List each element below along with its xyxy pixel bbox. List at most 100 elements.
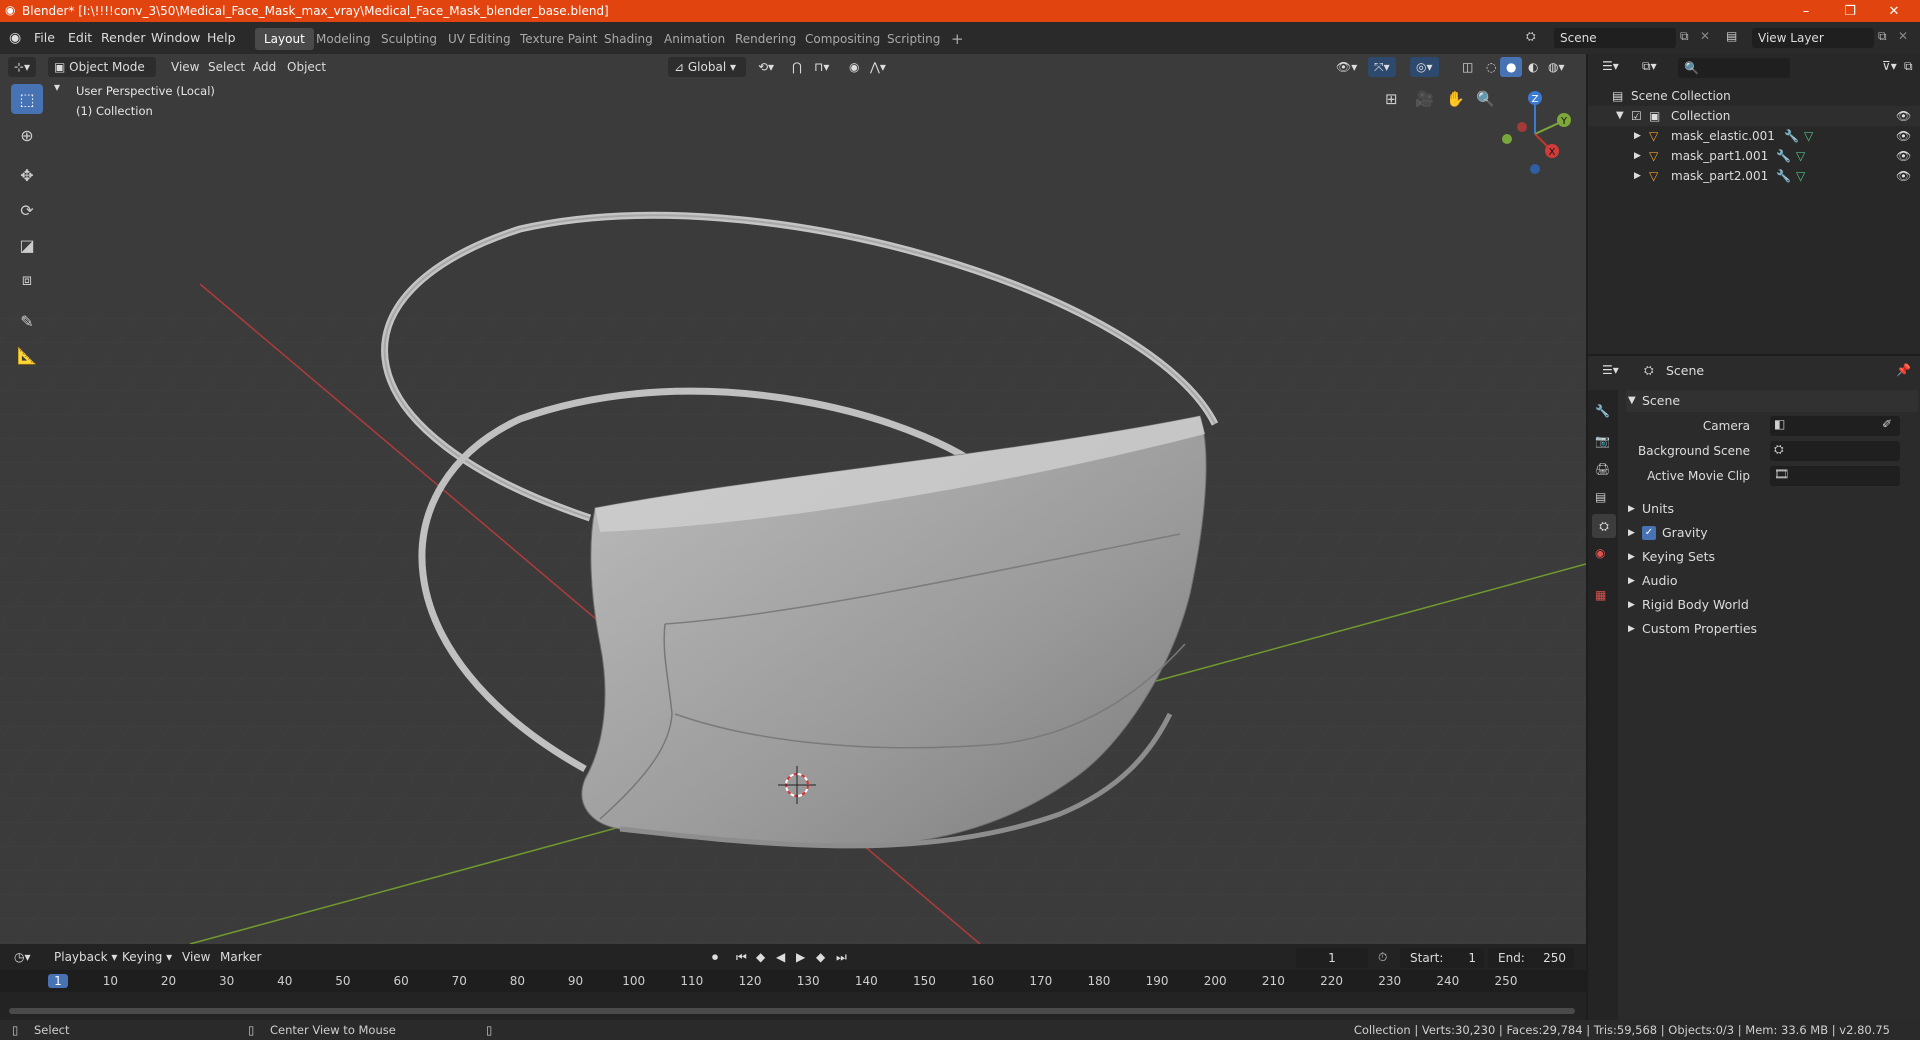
scale-tool[interactable]: ◪ xyxy=(11,230,43,260)
display-mode-button[interactable]: ⧉▾ xyxy=(1636,56,1663,76)
tab-compositing[interactable]: Compositing xyxy=(796,28,889,50)
timeline-view-menu[interactable]: View xyxy=(176,947,216,967)
toggle-grid-view-icon[interactable]: ⊞ xyxy=(1385,90,1398,108)
play-icon[interactable]: ▶ xyxy=(796,950,805,964)
audio-panel-header[interactable]: ▶ Audio xyxy=(1626,570,1918,592)
navigation-gizmo[interactable]: Z Y X xyxy=(1490,82,1580,182)
pivot-point-icon[interactable]: ⟲▾ xyxy=(752,57,780,77)
active-movie-clip-field[interactable]: 🎞 xyxy=(1770,466,1900,486)
gizmo-toggle-icon[interactable]: ⤧▾ xyxy=(1368,57,1396,77)
keying-menu[interactable]: Keying ▾ xyxy=(116,947,178,967)
tab-layout[interactable]: Layout xyxy=(255,28,314,50)
falloff-icon[interactable]: ⋀▾ xyxy=(864,57,892,77)
visibility-icon[interactable]: 👁▾ xyxy=(1330,57,1363,77)
gravity-panel-header[interactable]: ▶ ✓ Gravity xyxy=(1626,522,1918,544)
shading-rendered-icon[interactable]: ◍▾ xyxy=(1542,57,1571,77)
end-frame-field[interactable]: End: 250 xyxy=(1488,948,1574,968)
tab-shading[interactable]: Shading xyxy=(595,28,662,50)
next-keyframe-icon[interactable]: ◆ xyxy=(816,950,825,964)
properties-editor-type-button[interactable]: ☰▾ xyxy=(1596,360,1625,380)
annotate-tool[interactable]: ✎ xyxy=(11,306,43,336)
scene-selector[interactable]: Scene xyxy=(1554,28,1676,48)
world-tab-icon[interactable]: ◉ xyxy=(1595,546,1605,560)
pan-hand-icon[interactable]: ✋ xyxy=(1446,90,1465,108)
remove-scene-icon[interactable]: ✕ xyxy=(1700,29,1710,43)
blender-menu-icon[interactable]: ◉ xyxy=(9,22,21,54)
units-panel-header[interactable]: ▶ Units xyxy=(1626,498,1918,520)
view-menu[interactable]: View xyxy=(165,57,205,77)
close-button[interactable]: ✕ xyxy=(1872,0,1916,22)
tab-scripting[interactable]: Scripting xyxy=(878,28,949,50)
select-box-tool[interactable]: ⬚ xyxy=(11,84,43,114)
snap-target-icon[interactable]: ⊓▾ xyxy=(808,57,835,77)
select-menu[interactable]: Select xyxy=(202,57,251,77)
visibility-eye-icon[interactable]: 👁 xyxy=(1896,166,1911,186)
keying-sets-panel-header[interactable]: ▶ Keying Sets xyxy=(1626,546,1918,568)
outliner-editor-type-button[interactable]: ☰▾ xyxy=(1596,56,1625,76)
eyedropper-icon[interactable]: ✐ xyxy=(1882,417,1892,431)
tab-modeling[interactable]: Modeling xyxy=(307,28,380,50)
play-reverse-icon[interactable]: ◀ xyxy=(776,950,785,964)
jump-start-icon[interactable]: ⏮ xyxy=(736,950,747,965)
playback-menu[interactable]: Playback ▾ xyxy=(48,947,123,967)
outliner-item[interactable]: ▶ ▽ mask_elastic.001 🔧 ▽ 👁 xyxy=(1588,126,1920,146)
orientation-selector[interactable]: ⊿ Global ▾ xyxy=(668,57,746,77)
visibility-eye-icon[interactable]: 👁 xyxy=(1896,106,1911,126)
render-tab-icon[interactable]: 📷 xyxy=(1595,434,1610,448)
visibility-eye-icon[interactable]: 👁 xyxy=(1896,146,1911,166)
preview-range-icon[interactable]: ⏱ xyxy=(1378,950,1387,965)
camera-view-icon[interactable]: 🎥 xyxy=(1415,90,1434,108)
expand-arrow-icon[interactable]: ▶ xyxy=(1634,146,1641,166)
editor-type-button[interactable]: ⊹▾ xyxy=(8,57,37,77)
mode-selector[interactable]: ▣ Object Mode ▾ xyxy=(48,57,156,94)
tab-animation[interactable]: Animation xyxy=(655,28,734,50)
cursor-tool[interactable]: ⊕ xyxy=(11,120,43,150)
new-view-layer-icon[interactable]: ⧉ xyxy=(1878,29,1887,44)
remove-view-layer-icon[interactable]: ✕ xyxy=(1898,29,1908,43)
expand-arrow-icon[interactable]: ▼ xyxy=(1616,106,1624,126)
tool-settings-tab-icon[interactable]: 🔧 xyxy=(1595,404,1610,418)
transform-tool[interactable]: ⧈ xyxy=(11,265,43,295)
3d-viewport[interactable]: User Perspective (Local) (1) Collection … xyxy=(0,54,1586,944)
tab-texture-paint[interactable]: Texture Paint xyxy=(511,28,606,50)
output-tab-icon[interactable]: 🖨 xyxy=(1595,462,1610,476)
tab-uv-editing[interactable]: UV Editing xyxy=(439,28,520,50)
pin-icon[interactable]: 📌 xyxy=(1896,363,1911,377)
jump-end-icon[interactable]: ⏭ xyxy=(836,950,847,965)
minimize-button[interactable]: – xyxy=(1784,0,1828,22)
tab-rendering[interactable]: Rendering xyxy=(726,28,805,50)
measure-tool[interactable]: 📐 xyxy=(11,340,43,370)
menu-window[interactable]: Window xyxy=(151,22,200,54)
expand-arrow-icon[interactable]: ▶ xyxy=(1634,166,1641,186)
rigid-body-world-panel-header[interactable]: ▶ Rigid Body World xyxy=(1626,594,1918,616)
texture-tab-icon[interactable]: ▦ xyxy=(1595,588,1606,602)
overlay-toggle-icon[interactable]: ◎▾ xyxy=(1410,57,1439,77)
xray-toggle-icon[interactable]: ◫ xyxy=(1456,57,1479,77)
outliner-scene-collection[interactable]: ▤ Scene Collection xyxy=(1588,86,1920,106)
outliner-item[interactable]: ▶ ▽ mask_part1.001 🔧 ▽ 👁 xyxy=(1588,146,1920,166)
maximize-button[interactable]: ❐ xyxy=(1828,0,1872,22)
camera-field[interactable]: ◧ ✐ xyxy=(1770,416,1900,436)
current-frame-field[interactable]: 1 xyxy=(1296,948,1368,968)
outliner-item[interactable]: ▶ ▽ mask_part2.001 🔧 ▽ 👁 xyxy=(1588,166,1920,186)
new-scene-icon[interactable]: ⧉ xyxy=(1680,29,1689,44)
marker-menu[interactable]: Marker xyxy=(214,947,267,967)
proportional-edit-icon[interactable]: ◉ xyxy=(843,57,865,77)
move-tool[interactable]: ✥ xyxy=(11,160,43,190)
scene-tab-icon[interactable]: ⛭ xyxy=(1592,514,1616,538)
outliner-collection[interactable]: ▼ ☑ ▣ Collection 👁 xyxy=(1588,106,1920,126)
custom-properties-panel-header[interactable]: ▶ Custom Properties xyxy=(1626,618,1918,640)
timeline-editor-type-button[interactable]: ◷▾ xyxy=(8,947,37,967)
start-frame-field[interactable]: Start: 1 xyxy=(1400,948,1484,968)
background-scene-field[interactable]: ⛭ xyxy=(1770,441,1900,461)
expand-arrow-icon[interactable]: ▶ xyxy=(1634,126,1641,146)
menu-file[interactable]: File xyxy=(34,22,55,54)
add-workspace-button[interactable]: + xyxy=(942,28,973,50)
menu-help[interactable]: Help xyxy=(207,22,236,54)
collection-checkbox[interactable]: ☑ xyxy=(1631,106,1642,126)
object-menu[interactable]: Object xyxy=(281,57,332,77)
scene-panel-header[interactable]: ▼ Scene xyxy=(1626,390,1918,412)
add-menu[interactable]: Add xyxy=(247,57,282,77)
new-collection-icon[interactable]: ⧉ xyxy=(1898,56,1919,76)
outliner-search-input[interactable]: 🔍 xyxy=(1678,58,1790,78)
